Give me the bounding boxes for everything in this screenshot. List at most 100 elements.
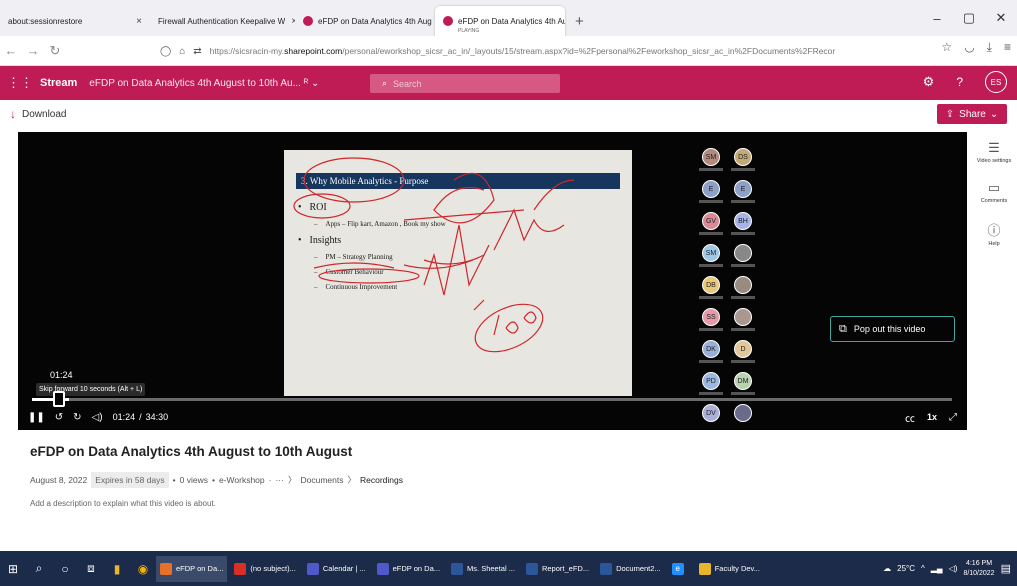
presentation-slide: 3. Why Mobile Analytics - Purpose ROI Ap… xyxy=(284,150,632,396)
tab-firewall[interactable]: Firewall Authentication Keepalive W × xyxy=(150,6,295,36)
cortana-icon[interactable]: ○ xyxy=(52,562,78,576)
address-bar[interactable]: ◯ ⌂ ⇄ https://sicsracin-my. sharepoint.co… xyxy=(160,40,860,62)
tray-chevron-icon[interactable]: ^ xyxy=(921,564,925,573)
windows-taskbar: ⊞ ⌕ ○ ⧈ ▮ ◉ eFDP on Da... (no subject)..… xyxy=(0,551,1017,586)
breadcrumb-documents[interactable]: Documents xyxy=(300,475,343,485)
participant-tile xyxy=(728,308,758,336)
clock[interactable]: 4:16 PM 8/10/2022 xyxy=(963,559,994,579)
pop-out-video-button[interactable]: ⧉ Pop out this video xyxy=(830,316,955,342)
participant-tile: PD xyxy=(696,372,726,400)
settings-icon[interactable]: ⚙ xyxy=(923,74,935,90)
participant-tile: SM xyxy=(696,244,726,272)
expiry-badge[interactable]: Expires in 58 days xyxy=(91,472,169,488)
video-settings-icon: ☰ xyxy=(988,140,1000,155)
volume-icon[interactable]: ◁) xyxy=(92,412,103,423)
header-video-title[interactable]: eFDP on Data Analytics 4th August to 10t… xyxy=(89,78,301,89)
pen-annotations xyxy=(293,157,575,353)
file-explorer-icon[interactable]: ▮ xyxy=(104,562,130,576)
side-panel: ☰ Video settings ▭ Comments ⓘ Help xyxy=(976,140,1012,263)
search-icon[interactable]: ⌕ xyxy=(26,561,52,576)
taskbar-app[interactable]: (no subject)... xyxy=(230,556,299,582)
system-tray: ☁ 25°C ^ ▂▄ ◁) 4:16 PM 8/10/2022 ▤ xyxy=(883,551,1011,586)
new-tab-button[interactable]: + xyxy=(565,6,594,36)
app-launcher-icon[interactable]: ⋮⋮ xyxy=(0,75,40,91)
participant-tile: SS xyxy=(696,308,726,336)
pop-out-icon: ⧉ xyxy=(839,322,847,335)
volume-tray-icon[interactable]: ◁) xyxy=(949,564,958,573)
gmail-icon xyxy=(234,562,247,575)
seek-bar[interactable] xyxy=(32,398,952,401)
user-avatar[interactable]: ES xyxy=(985,71,1007,93)
video-metadata: August 8, 2022 Expires in 58 days • 0 vi… xyxy=(30,472,990,488)
close-tab-icon[interactable]: × xyxy=(285,16,295,27)
participant-tile: GV xyxy=(696,212,726,240)
taskbar-app[interactable]: Calendar | ... xyxy=(303,556,370,582)
window-controls: – ▢ ✕ xyxy=(921,0,1017,36)
chevron-down-icon: ⌄ xyxy=(989,108,999,120)
temperature[interactable]: 25°C xyxy=(897,564,915,573)
participant-tile: SM xyxy=(696,148,726,176)
taskbar-app[interactable]: eFDP on Da... xyxy=(373,556,444,582)
task-view-icon[interactable]: ⧈ xyxy=(78,561,104,576)
tab-efdp-active[interactable]: eFDP on Data Analytics 4th AugPLAYING× xyxy=(435,6,565,36)
weather-icon[interactable]: ☁ xyxy=(883,564,891,573)
close-tab-icon[interactable]: × xyxy=(130,16,142,27)
participant-gallery: SM DS E E GV BH SM DB SS DK D PD DM DV xyxy=(692,142,760,422)
skip-back-icon[interactable]: ↺ xyxy=(55,412,63,423)
header-chevron-icon[interactable]: ᴿ ⌄ xyxy=(301,78,320,89)
download-arrow-icon: ↓ xyxy=(10,107,16,121)
notifications-icon[interactable]: ▤ xyxy=(1001,562,1011,575)
comments-button[interactable]: ▭ Comments xyxy=(976,180,1012,204)
share-button[interactable]: ⇪ Share ⌄ xyxy=(937,104,1007,124)
breadcrumb-ellipsis[interactable]: ··· xyxy=(275,475,284,485)
taskbar-app[interactable]: Report_eFD... xyxy=(522,556,593,582)
seek-bar-thumb[interactable] xyxy=(53,391,65,407)
browser-tab-bar: about:sessionrestore × Firewall Authentic… xyxy=(0,0,1017,36)
pocket-icon[interactable]: ◡ xyxy=(964,40,974,55)
taskbar-app[interactable]: e xyxy=(668,556,692,582)
playback-speed[interactable]: 1x xyxy=(927,412,937,422)
download-icon[interactable]: ⤓ xyxy=(987,40,992,55)
participant-tile xyxy=(728,404,758,430)
word-icon xyxy=(525,562,538,575)
chrome-icon[interactable]: ◉ xyxy=(130,562,156,576)
video-settings-button[interactable]: ☰ Video settings xyxy=(976,140,1012,164)
download-button[interactable]: ↓ Download xyxy=(10,107,66,121)
skip-forward-icon[interactable]: ↻ xyxy=(73,412,81,423)
windows-start-icon[interactable]: ⊞ xyxy=(0,562,26,576)
back-icon[interactable]: ← xyxy=(0,43,22,58)
pause-icon[interactable]: ❚❚ xyxy=(28,412,45,423)
breadcrumb-recordings[interactable]: Recordings xyxy=(360,475,403,485)
forward-icon[interactable]: → xyxy=(22,43,44,58)
fullscreen-icon[interactable]: ⤢ xyxy=(949,412,957,423)
search-input[interactable]: ⌕ Search xyxy=(370,74,560,93)
help-icon[interactable]: ? xyxy=(956,75,963,89)
taskbar-app[interactable]: Document2... xyxy=(596,556,665,582)
maximize-icon[interactable]: ▢ xyxy=(953,10,985,26)
menu-icon[interactable]: ≡ xyxy=(1004,40,1011,55)
browser-toolbar-right: ☆ ◡ ⤓ ≡ xyxy=(941,40,1011,55)
header-actions: ⚙ ? ES xyxy=(923,71,1007,93)
firefox-icon xyxy=(160,562,172,575)
stream-brand[interactable]: Stream xyxy=(40,77,77,89)
video-title: eFDP on Data Analytics 4th August to 10t… xyxy=(30,444,353,459)
tab-efdp-1[interactable]: eFDP on Data Analytics 4th Aug× xyxy=(295,6,435,36)
close-window-icon[interactable]: ✕ xyxy=(985,10,1017,26)
participant-photo xyxy=(734,244,752,262)
help-button[interactable]: ⓘ Help xyxy=(976,220,1012,247)
network-icon[interactable]: ▂▄ xyxy=(931,564,943,573)
minimize-icon[interactable]: – xyxy=(921,11,953,26)
shield-icon: ◯ xyxy=(160,45,172,57)
taskbar-app[interactable]: Faculty Dev... xyxy=(695,556,764,582)
tab-session-restore[interactable]: about:sessionrestore × xyxy=(0,6,150,36)
taskbar-app[interactable]: eFDP on Da... xyxy=(156,555,228,582)
captions-icon[interactable]: ㏄ xyxy=(905,410,915,425)
bookmark-star-icon[interactable]: ☆ xyxy=(941,40,952,55)
help-circle-icon: ⓘ xyxy=(987,223,1001,238)
video-player[interactable]: 3. Why Mobile Analytics - Purpose ROI Ap… xyxy=(18,132,967,430)
description-placeholder[interactable]: Add a description to explain what this v… xyxy=(30,499,990,508)
word-icon xyxy=(600,562,613,575)
reload-icon[interactable]: ↻ xyxy=(44,43,66,59)
taskbar-app[interactable]: Ms. Sheetal ... xyxy=(447,556,519,582)
owner-link[interactable]: e-Workshop xyxy=(219,475,265,485)
